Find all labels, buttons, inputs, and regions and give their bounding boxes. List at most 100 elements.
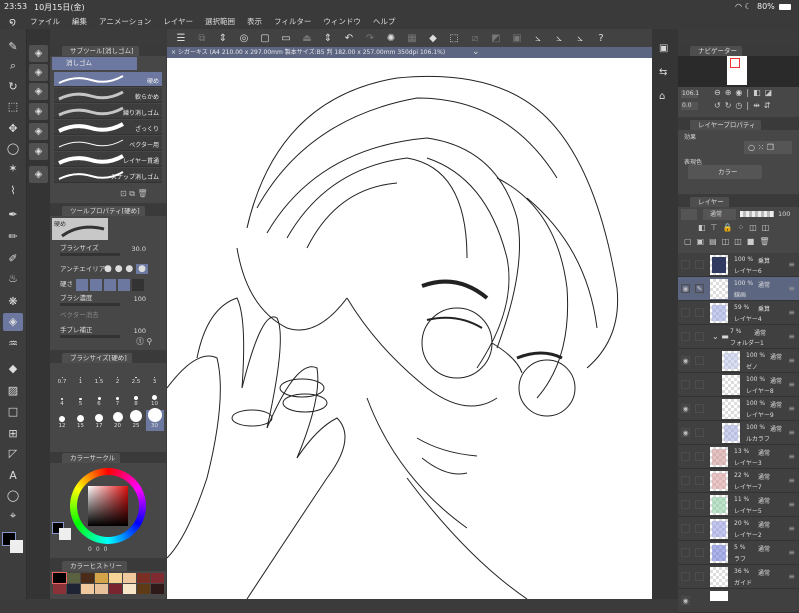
expression-color-select[interactable]: カラー <box>688 165 762 179</box>
hardness-step[interactable] <box>76 279 88 291</box>
hardness-step[interactable] <box>118 279 130 291</box>
eye-icon[interactable]: ◉ <box>681 596 690 605</box>
layer-row[interactable]: 20 % 通常 レイヤー2 ≡ <box>678 517 799 541</box>
layer-row[interactable]: ◉ 100 % 通常 レイヤー9 ≡ <box>678 397 799 421</box>
undo-icon[interactable]: ↶ <box>343 33 355 44</box>
property-row[interactable]: アンチエイリアス ● ● ● ● <box>54 263 150 278</box>
layer-menu-icon[interactable]: ≡ <box>788 380 795 389</box>
layer-menu-icon[interactable]: ≡ <box>788 476 795 485</box>
hardness-step[interactable] <box>90 279 102 291</box>
clear-icon[interactable]: ▦ <box>406 33 418 44</box>
hardness-step[interactable] <box>132 279 144 291</box>
brush-size-option[interactable]: 6 <box>90 388 108 409</box>
brush-size-option[interactable]: 8 <box>127 388 145 409</box>
brush-size-option[interactable]: 3 <box>146 366 164 387</box>
color-history-swatch[interactable] <box>123 573 136 583</box>
lock-icon[interactable] <box>695 428 704 437</box>
eye-icon[interactable] <box>681 476 690 485</box>
figure-icon[interactable]: □ <box>3 403 23 421</box>
eye-icon[interactable] <box>681 500 690 509</box>
snap-eraser-icon[interactable]: ◈ <box>29 143 48 160</box>
color-history-swatch[interactable] <box>95 573 108 583</box>
animation-icon[interactable]: ▣ <box>659 43 668 54</box>
eye-icon[interactable]: ◉ <box>681 284 690 293</box>
layer-tools-row1[interactable]: ◧⊤🔒⁘◫◫ <box>698 223 774 232</box>
brush-item[interactable]: スナップ消しゴム <box>54 168 162 183</box>
gradient-icon[interactable]: ▨ <box>3 382 23 400</box>
menu-item[interactable]: ヘルプ <box>367 16 402 27</box>
color-history-swatch[interactable] <box>151 584 164 594</box>
rotate-icon[interactable]: ↻ <box>3 78 23 96</box>
color-history-swatch[interactable] <box>151 573 164 583</box>
eraser-icon[interactable]: ◈ <box>3 313 23 331</box>
color-history-swatch[interactable] <box>109 573 122 583</box>
move-icon[interactable]: ✥ <box>3 120 23 138</box>
color-history-swatch[interactable] <box>67 584 80 594</box>
object-select-icon[interactable]: ⬚ <box>3 98 23 116</box>
brush-size-option[interactable]: 12 <box>53 410 71 431</box>
property-row[interactable]: ベクター消去 <box>54 309 150 324</box>
layer-menu-icon[interactable]: ≡ <box>788 404 795 413</box>
brush-size-option[interactable]: 0.7 <box>53 366 71 387</box>
lock-icon[interactable] <box>695 332 704 341</box>
brush-size-option[interactable]: 30 <box>145 408 164 431</box>
ruler-icon[interactable]: ◸ <box>3 445 23 463</box>
zoom-icon[interactable]: ⌕ <box>3 57 23 75</box>
layer-row[interactable]: 36 % 通常 ガイド ≡ <box>678 565 799 589</box>
material-icon[interactable]: ⌂ <box>659 91 665 102</box>
eye-icon[interactable] <box>681 260 690 269</box>
layer-menu-icon[interactable]: ≡ <box>788 308 795 317</box>
layer-eraser-icon[interactable]: ◈ <box>29 123 48 140</box>
layer-menu-icon[interactable]: ≡ <box>788 284 795 293</box>
eye-icon[interactable] <box>681 572 690 581</box>
sub-color-swatch[interactable] <box>59 528 71 540</box>
deselect-icon[interactable]: ⧄ <box>469 33 481 44</box>
layer-row[interactable]: ⌄ ▬ 7 % 通常 フォルダー1 ≡ <box>678 325 799 349</box>
navigator-preview[interactable] <box>678 56 799 87</box>
transparent-icon[interactable]: ◈ <box>29 166 48 183</box>
eye-icon[interactable] <box>681 548 690 557</box>
subtool-group-tab[interactable]: 消しゴム <box>52 57 137 70</box>
lasso-icon[interactable]: ◯ <box>3 140 23 158</box>
redo-icon[interactable]: ↷ <box>364 33 376 44</box>
lock-icon[interactable] <box>695 524 704 533</box>
help-icon[interactable]: ? <box>595 33 607 44</box>
brush-item[interactable]: 軟らかめ <box>54 88 162 103</box>
layer-menu-icon[interactable]: ≡ <box>788 332 795 341</box>
menu-item[interactable]: フィルター <box>268 16 317 27</box>
layer-row[interactable]: 59 % 乗算 レイヤー4 ≡ <box>678 301 799 325</box>
zoom-controls[interactable]: ⊖⊕◉|◧◪ <box>714 88 776 97</box>
brush-size-option[interactable]: 1.5 <box>90 366 108 387</box>
effect-buttons[interactable]: ○ ⁙ ❐ <box>744 141 792 154</box>
frame-icon[interactable]: ⊞ <box>3 425 23 443</box>
layer-tools-row2[interactable]: ▢▣▤◫◫■🗑 <box>684 237 775 246</box>
layer-color-button[interactable] <box>681 209 697 220</box>
brush-item[interactable]: ベクター用 <box>54 136 162 151</box>
new-icon[interactable]: ⧉ <box>196 33 208 44</box>
pencil-icon[interactable]: ✎ <box>3 38 23 56</box>
menu-item[interactable]: レイヤー <box>157 16 199 27</box>
antialias-options[interactable]: ● ● ● ● <box>104 264 149 274</box>
eye-icon[interactable]: ◎ <box>238 33 250 44</box>
invert-icon[interactable]: ◩ <box>490 33 502 44</box>
open-icon[interactable]: ▭ <box>280 33 292 44</box>
pen-icon[interactable]: ✎ <box>695 284 704 293</box>
brush-icon[interactable]: ✐ <box>3 250 23 268</box>
saturation-value-square[interactable] <box>88 486 128 526</box>
rotate-controls[interactable]: ↺↻◷|⇹⇵ <box>714 101 775 110</box>
brush-size-option[interactable]: 10 <box>146 388 164 409</box>
brush-size-option[interactable]: 25 <box>127 409 145 431</box>
layer-row[interactable]: ◉ 100 % 通常 ゼノ ≡ <box>678 349 799 373</box>
fill-layer-icon[interactable]: ◆ <box>427 33 439 44</box>
magic-wand-icon[interactable]: ✶ <box>3 160 23 178</box>
chevron-icon[interactable]: ⇕ <box>217 33 229 44</box>
menu-item[interactable]: 選択範囲 <box>199 16 241 27</box>
app-logo-icon[interactable]: ໑ <box>0 15 24 28</box>
brush-size-option[interactable]: 15 <box>72 410 90 431</box>
layer-menu-icon[interactable]: ≡ <box>788 524 795 533</box>
rotation-field[interactable]: 0.0 <box>681 102 698 110</box>
pen-icon[interactable]: ✒ <box>3 206 23 224</box>
text-icon[interactable]: A <box>3 467 23 485</box>
sub-color-icon[interactable] <box>10 540 23 553</box>
menu-item[interactable]: ファイル <box>24 16 66 27</box>
